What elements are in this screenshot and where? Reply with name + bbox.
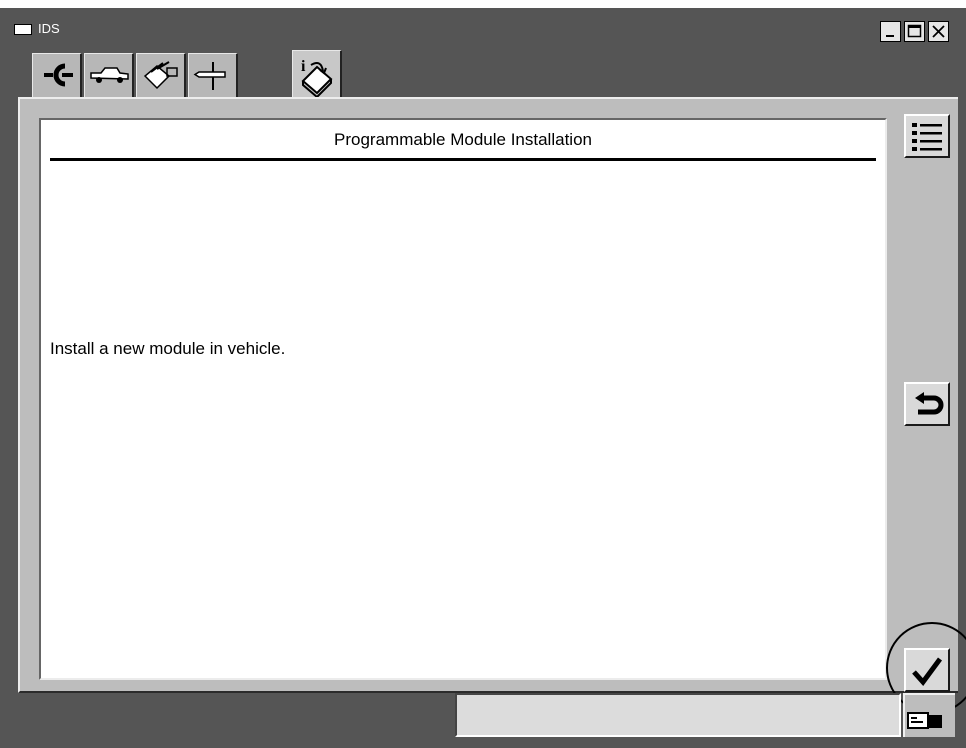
title-bar: IDS xyxy=(0,8,966,46)
vehicle-icon xyxy=(89,67,129,83)
list-button[interactable] xyxy=(904,114,950,158)
minimize-icon xyxy=(886,35,894,37)
title-divider xyxy=(50,158,876,161)
svg-text:i: i xyxy=(301,58,306,75)
toolbox-icon xyxy=(143,61,178,90)
tab-navigation[interactable] xyxy=(188,53,238,97)
info-book-icon: i xyxy=(301,58,332,97)
page-title: Programmable Module Installation xyxy=(334,130,592,149)
checkmark-icon xyxy=(912,657,943,686)
tab-connection[interactable] xyxy=(32,53,82,97)
close-icon xyxy=(932,25,945,38)
vci-connection-icon xyxy=(907,712,942,729)
maximize-icon xyxy=(907,24,922,38)
instruction-text: Install a new module in vehicle. xyxy=(50,339,286,358)
window-app-icon xyxy=(14,24,32,35)
confirm-button[interactable] xyxy=(904,648,950,692)
main-panel: Programmable Module Installation Install… xyxy=(18,97,966,714)
list-icon xyxy=(912,123,942,151)
tab-toolbox[interactable] xyxy=(136,53,186,97)
close-button[interactable] xyxy=(928,21,949,42)
status-field xyxy=(455,693,901,737)
signpost-icon xyxy=(193,62,226,90)
content-area: Programmable Module Installation Install… xyxy=(39,118,887,680)
ids-window: IDS i Programmable Module Installation I… xyxy=(0,8,966,748)
window-title: IDS xyxy=(38,21,60,36)
return-arrow-icon xyxy=(915,392,944,415)
back-button[interactable] xyxy=(904,382,950,426)
tab-vehicle[interactable] xyxy=(84,53,134,97)
connector-icon xyxy=(43,63,73,87)
minimize-button[interactable] xyxy=(880,21,901,42)
maximize-button[interactable] xyxy=(904,21,925,42)
tab-information[interactable]: i xyxy=(292,50,342,100)
